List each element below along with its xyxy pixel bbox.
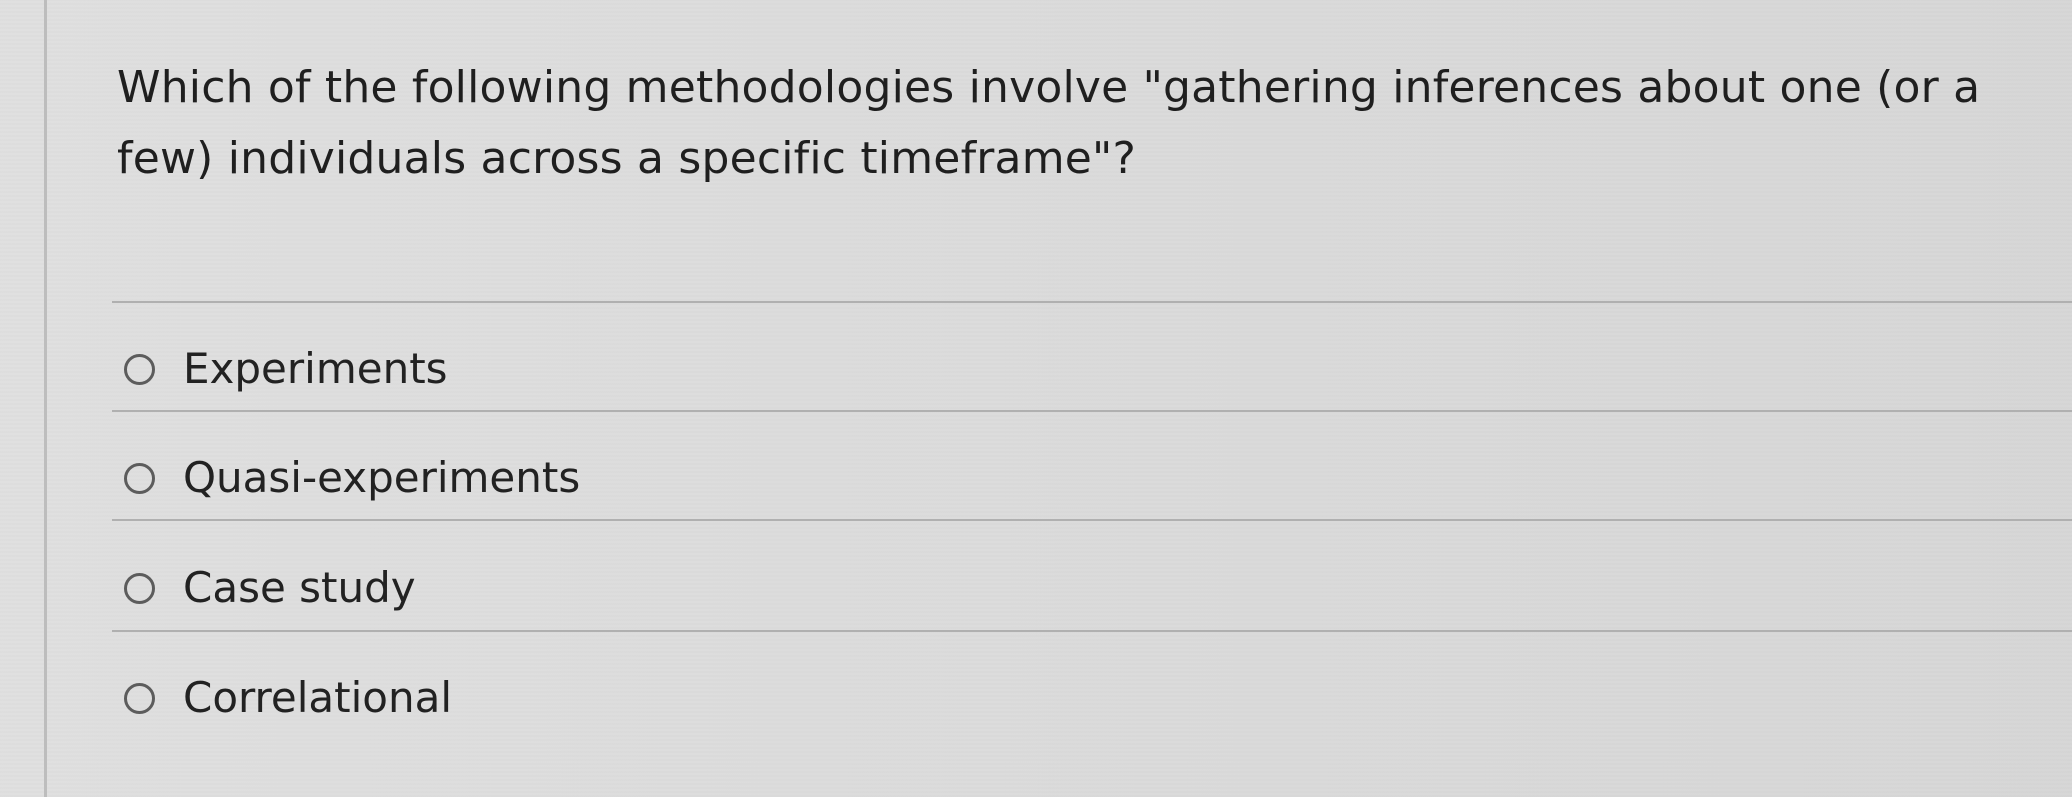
option-divider [112,519,2072,521]
option-experiments[interactable]: Experiments [124,339,448,399]
option-divider [112,410,2072,412]
option-label[interactable]: Correlational [183,668,452,728]
radio-button-icon[interactable] [124,572,155,604]
question-text: Which of the following methodologies inv… [117,62,1981,184]
option-divider [112,630,2072,632]
option-correlational[interactable]: Correlational [124,668,452,728]
radio-button-icon[interactable] [124,682,155,714]
option-label[interactable]: Case study [183,558,416,618]
option-divider [112,301,2072,303]
question-block: Which of the following methodologies inv… [117,52,2047,194]
answer-options: Experiments Quasi-experiments Case study… [0,301,2072,722]
radio-button-icon[interactable] [124,353,155,385]
option-label[interactable]: Quasi-experiments [183,448,580,508]
radio-button-icon[interactable] [124,462,155,494]
option-label[interactable]: Experiments [183,339,448,399]
quiz-page: Which of the following methodologies inv… [0,0,2072,797]
option-quasi-experiments[interactable]: Quasi-experiments [124,448,580,508]
option-case-study[interactable]: Case study [124,558,416,618]
